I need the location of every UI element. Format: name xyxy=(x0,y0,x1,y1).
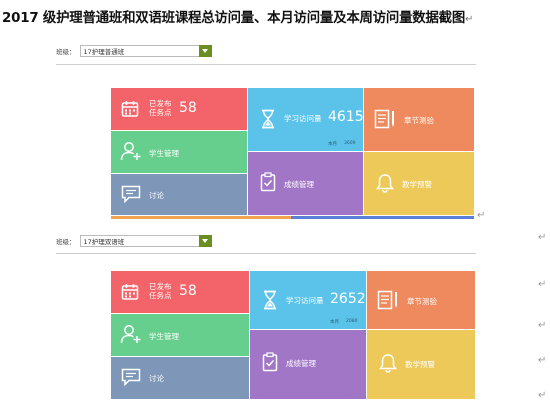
student-management-label: 学生管理 xyxy=(149,332,179,341)
learning-visits-count: 2652 xyxy=(330,291,366,307)
document-icon xyxy=(377,290,397,310)
published-task-points-tile[interactable]: 已发布 任务点 58 xyxy=(111,88,247,130)
class-select[interactable]: 17护理普通班 xyxy=(79,45,212,57)
clipboard-check-icon xyxy=(262,352,278,372)
student-management-tile[interactable]: 学生管理 xyxy=(111,314,249,356)
grade-management-tile[interactable]: 成绩管理 xyxy=(248,152,363,215)
select-dropdown-button[interactable] xyxy=(198,45,212,57)
paragraph-mark: ↵ xyxy=(538,390,547,401)
teaching-alert-label: 教学预警 xyxy=(405,360,435,369)
accent-bar-blue xyxy=(291,216,474,219)
class-select-value: 17护理普通班 xyxy=(83,48,125,56)
teaching-alert-label: 教学预警 xyxy=(402,180,432,189)
month-visits-count: 3609 xyxy=(344,141,356,146)
chevron-down-icon xyxy=(202,239,208,243)
month-visits-label: 本月 xyxy=(330,320,339,325)
published-task-points-count: 58 xyxy=(179,100,197,116)
grade-management-label: 成绩管理 xyxy=(284,180,314,189)
chat-icon xyxy=(121,185,141,203)
hourglass-icon xyxy=(264,290,276,310)
bell-icon xyxy=(376,174,394,193)
published-task-points-label: 已发布 任务点 xyxy=(149,282,172,300)
chat-icon xyxy=(121,368,141,386)
discussion-tile[interactable]: 讨论 xyxy=(111,174,247,215)
published-task-points-count: 58 xyxy=(179,283,197,299)
bell-icon xyxy=(379,354,397,373)
teaching-alert-tile[interactable]: 教学预警 xyxy=(367,330,475,399)
select-dropdown-button[interactable] xyxy=(198,235,212,247)
class-selector-label: 班级： xyxy=(56,48,76,56)
chapter-test-label: 章节测验 xyxy=(404,116,434,125)
published-task-points-label: 已发布 任务点 xyxy=(149,99,172,117)
learning-visits-tile[interactable]: 学习访问量 2652 本月 2080 xyxy=(250,271,366,329)
discussion-label: 讨论 xyxy=(149,374,164,383)
user-add-icon xyxy=(120,142,141,161)
divider xyxy=(56,64,476,65)
document-icon xyxy=(374,109,394,129)
discussion-tile[interactable]: 讨论 xyxy=(111,357,249,399)
hourglass-icon xyxy=(262,109,274,129)
teaching-alert-tile[interactable]: 教学预警 xyxy=(364,152,474,215)
chevron-down-icon xyxy=(202,49,208,53)
learning-visits-label: 学习访问量 xyxy=(286,296,324,305)
class-selector-label: 班级： xyxy=(56,238,76,246)
discussion-label: 讨论 xyxy=(149,191,164,200)
published-task-points-tile[interactable]: 已发布 任务点 58 xyxy=(111,271,249,313)
document-title: 2017 级护理普通班和双语班课程总访问量、本月访问量及本周访问量数据截图↵ xyxy=(2,11,474,26)
class-select[interactable]: 17护理双语班 xyxy=(79,235,212,247)
clipboard-check-icon xyxy=(260,172,276,192)
grade-management-tile[interactable]: 成绩管理 xyxy=(250,330,366,399)
student-management-label: 学生管理 xyxy=(149,149,179,158)
grade-management-label: 成绩管理 xyxy=(286,359,316,368)
student-management-tile[interactable]: 学生管理 xyxy=(111,131,247,173)
paragraph-mark: ↵ xyxy=(538,320,547,331)
calendar-icon xyxy=(121,101,139,117)
paragraph-mark: ↵ xyxy=(538,279,547,290)
learning-visits-tile[interactable]: 学习访问量 4615 本月 3609 xyxy=(248,88,364,151)
user-add-icon xyxy=(120,325,141,344)
chapter-test-tile[interactable]: 章节测验 xyxy=(364,88,474,151)
paragraph-mark: ↵ xyxy=(538,232,547,243)
month-visits-count: 2080 xyxy=(346,319,358,324)
accent-bar-orange xyxy=(111,216,291,219)
divider xyxy=(56,253,476,254)
paragraph-mark: ↵ xyxy=(477,210,486,221)
class-select-value: 17护理双语班 xyxy=(83,238,125,246)
month-visits-label: 本月 xyxy=(328,142,337,147)
calendar-icon xyxy=(121,284,139,300)
class-selector-row: 班级： 17护理普通班 xyxy=(56,44,212,58)
chapter-test-tile[interactable]: 章节测验 xyxy=(367,271,475,329)
learning-visits-label: 学习访问量 xyxy=(284,114,322,123)
learning-visits-count: 4615 xyxy=(328,109,364,125)
class-selector-row: 班级： 17护理双语班 xyxy=(56,234,212,248)
paragraph-mark: ↵ xyxy=(538,355,547,366)
chapter-test-label: 章节测验 xyxy=(407,297,437,306)
